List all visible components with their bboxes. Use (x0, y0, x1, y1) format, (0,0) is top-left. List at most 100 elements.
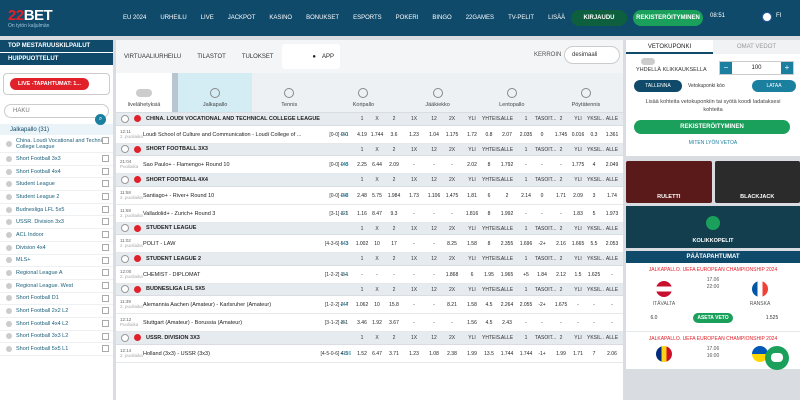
tab-bet-slip[interactable]: VETOKUPONKI (626, 40, 713, 54)
collapse-icon[interactable] (121, 254, 129, 263)
odd-cell[interactable]: - (355, 272, 369, 278)
match-row[interactable]: 12:14 2. puoliaika Holland (3x3) - USSR (3… (116, 345, 623, 363)
odd-cell[interactable]: 4.5 (482, 320, 496, 326)
odd-cell[interactable]: 1.696 (519, 241, 533, 247)
favorite-checkbox[interactable] (102, 218, 109, 226)
sport-basketball[interactable]: Koripallo (326, 73, 400, 112)
nav-item[interactable]: BONUKSET (299, 15, 346, 21)
odd-cell[interactable]: 2.43 (500, 320, 514, 326)
more-markets-link[interactable]: +58 (340, 193, 348, 199)
match-row[interactable]: 21:04 Puoliaika Sao Paulo+ - Flamengo+ Rou… (116, 156, 623, 174)
match-row[interactable]: 12:12 Puoliaika Stuttgart (Amateur) - Boru… (116, 314, 623, 332)
collapse-icon[interactable] (121, 285, 129, 294)
odd-cell[interactable]: 1.868 (445, 272, 459, 278)
nav-item[interactable]: BINGO (425, 15, 458, 21)
match-teams[interactable]: Alemannia Aachen (Amateur) - Karlsruher … (143, 302, 307, 308)
sidebar-league-item[interactable]: Short Football 3x3 (0, 153, 113, 166)
odd-cell[interactable]: 1.062 (355, 302, 369, 308)
odd-cell[interactable]: 2.16 (554, 241, 568, 247)
nav-item[interactable]: EU 2024 (116, 15, 153, 21)
odd-cell[interactable]: - (407, 272, 421, 278)
match-teams[interactable]: Sao Paulo+ - Flamengo+ Round 10 (143, 162, 307, 168)
more-markets-link[interactable]: +45 (340, 162, 348, 168)
match-row[interactable]: 11:39 2. puoliaika Alemannia Aachen (Amate… (116, 296, 623, 314)
odd-cell[interactable]: 1.73 (407, 193, 421, 199)
odd-cell[interactable]: 1.5 (571, 272, 585, 278)
slots-tile[interactable]: KOLIKKOPELIT (626, 206, 800, 248)
register-button[interactable]: REKISTERÖITYMINEN (633, 10, 703, 26)
odd-cell[interactable]: 1.23 (407, 351, 421, 357)
odd-cell[interactable]: 1.99 (554, 351, 568, 357)
match-teams[interactable]: Stuttgart (Amateur) - Borussia (Amateur) (143, 320, 307, 326)
sidebar-league-item[interactable]: China. Loudi Vocational and Technical Co… (0, 135, 113, 153)
sidebar-league-item[interactable]: Short Football 4x4 L2 (0, 318, 113, 331)
odd-cell[interactable]: 2.38 (445, 351, 459, 357)
collapse-icon[interactable] (121, 114, 129, 123)
odd-cell[interactable]: 8.21 (445, 302, 459, 308)
odd-cell[interactable]: 2.12 (554, 272, 568, 278)
odd-cell[interactable]: 8 (482, 211, 496, 217)
league-header[interactable]: SHORT FOOTBALL 3X3 1 X 2 1X 12 2X YLI YHTEIS.. AL… (116, 143, 623, 156)
odd-cell[interactable]: - (407, 211, 421, 217)
odd-cell[interactable]: 1.744 (500, 351, 514, 357)
match-teams[interactable]: Holland (3x3) - USSR (3x3) (143, 351, 307, 357)
odd-cell[interactable]: 2.02 (465, 162, 479, 168)
odd-cell[interactable]: - (387, 272, 401, 278)
odd-cell[interactable]: 1.745 (554, 132, 568, 138)
sport-category-football[interactable]: Jalkapallo (31) (0, 124, 113, 135)
search-icon[interactable]: ⌕ (95, 114, 106, 125)
odd-cell[interactable]: 6.44 (370, 162, 384, 168)
odd-cell[interactable]: 2.053 (605, 241, 619, 247)
favorite-checkbox[interactable] (102, 294, 109, 302)
odds-format-select[interactable]: desimaali (564, 46, 620, 64)
slip-register-button[interactable]: REKISTERÖITYMINEN (634, 120, 790, 134)
odd-cell[interactable]: 1.04 (427, 132, 441, 138)
odd-cell[interactable]: 1.74 (605, 193, 619, 199)
odd-cell[interactable]: 1.665 (571, 241, 585, 247)
sport-football[interactable]: Jalkapallo (178, 73, 253, 112)
odd-cell[interactable]: 1.72 (465, 132, 479, 138)
odd-cell[interactable]: - (407, 162, 421, 168)
nav-item[interactable]: ESPORTS (346, 15, 389, 21)
odd-cell[interactable]: - (427, 211, 441, 217)
nav-item[interactable]: 22GAMES (459, 15, 501, 21)
match-row[interactable]: 12:11 2. puoliaika Loudi School of Culture… (116, 126, 623, 144)
sidebar-league-item[interactable]: Division 4x4 (0, 242, 113, 255)
odd-cell[interactable]: - (445, 211, 459, 217)
odd-cell[interactable]: 3.46 (355, 320, 369, 326)
sidebar-league-item[interactable]: Short Football 3x3 L2 (0, 331, 113, 344)
nav-item[interactable]: KASINO (262, 15, 299, 21)
odd-cell[interactable]: - (427, 272, 441, 278)
odd-cell[interactable]: - (605, 272, 619, 278)
odd-cell[interactable]: - (554, 211, 568, 217)
odd-cell[interactable]: 1.965 (500, 272, 514, 278)
odd-cell[interactable]: - (519, 162, 533, 168)
odd-cell[interactable]: 1.625 (587, 272, 601, 278)
odd-cell[interactable]: 8.47 (370, 211, 384, 217)
odd-cell[interactable]: 5 (587, 211, 601, 217)
odd-cell[interactable]: 2.035 (519, 132, 533, 138)
odd-cell[interactable]: 1.16 (355, 211, 369, 217)
odd-cell[interactable]: 1.002 (355, 241, 369, 247)
language-flag-icon[interactable] (762, 12, 772, 22)
match-teams[interactable]: Santiago+ - River+ Round 10 (143, 193, 307, 199)
odd-cell[interactable]: - (445, 162, 459, 168)
favorite-checkbox[interactable] (102, 269, 109, 277)
favorite-checkbox[interactable] (102, 205, 109, 213)
odd-cell[interactable]: 4.19 (355, 132, 369, 138)
match-row[interactable]: 12:00 2. puoliaika CHEMIST - DIPLOMAT [1-2-… (116, 266, 623, 284)
sport-volleyball[interactable]: Lentopallo (475, 73, 549, 112)
odd-cell[interactable]: - (407, 320, 421, 326)
odd-cell[interactable]: 1.792 (500, 162, 514, 168)
plus-icon[interactable]: + (781, 62, 793, 74)
nav-item[interactable]: JACKPOT (221, 15, 263, 21)
odd-cell[interactable]: 6 (465, 272, 479, 278)
odd-cell[interactable]: -2+ (535, 302, 549, 308)
odd-cell[interactable]: - (427, 162, 441, 168)
odd-cell[interactable]: 1.984 (387, 193, 401, 199)
sidebar-league-item[interactable]: ACL Indoor (0, 229, 113, 242)
match-row[interactable]: 11:58 2. puoliaika Valladolid+ - Zurich+ R… (116, 205, 623, 223)
how-to-bet-link[interactable]: MITEN LYÖN VETOA (626, 140, 800, 146)
odd-cell[interactable]: 2.049 (605, 162, 619, 168)
more-markets-link[interactable]: +51 (340, 132, 348, 138)
